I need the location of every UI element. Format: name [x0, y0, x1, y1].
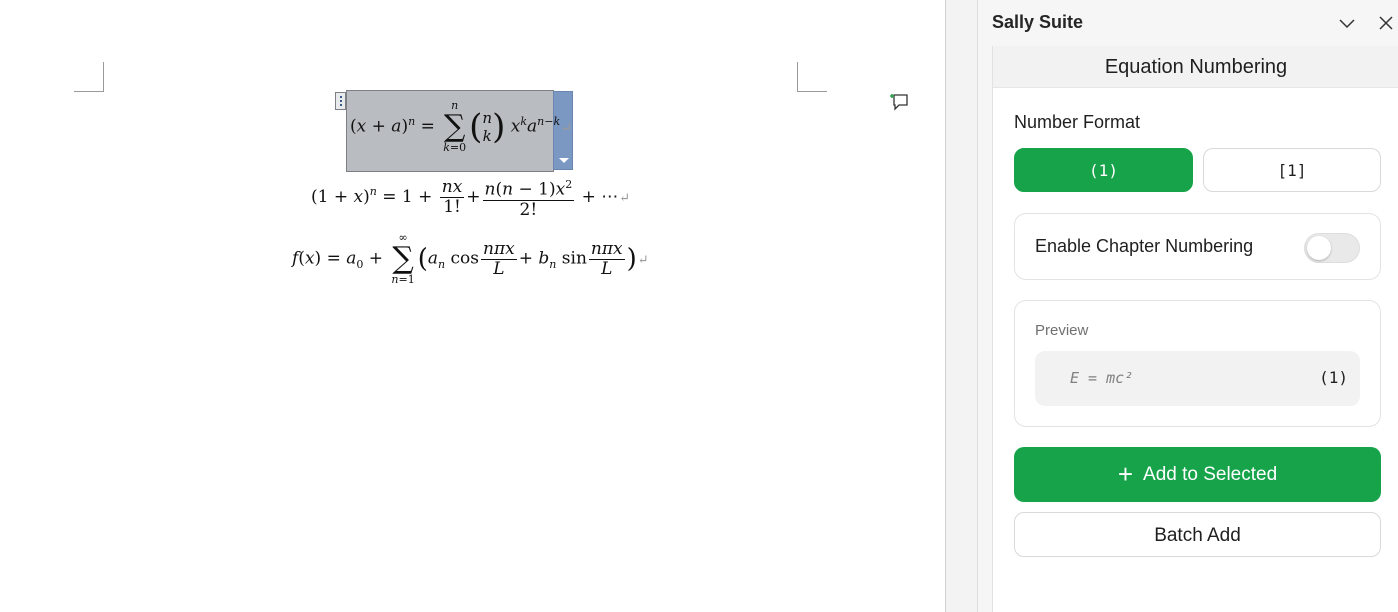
chapter-numbering-toggle[interactable] [1304, 233, 1360, 263]
plus-icon: + [1117, 459, 1134, 489]
chapter-numbering-label: Enable Chapter Numbering [1035, 236, 1254, 256]
preview-number: (1) [1319, 368, 1348, 387]
pane-content: Equation Numbering Number Format (1) [1]… [992, 46, 1398, 612]
chevron-down-icon[interactable] [1336, 12, 1358, 34]
page-margin-corner-left [74, 62, 104, 92]
chapter-numbering-card: Enable Chapter Numbering [1014, 213, 1381, 280]
comment-icon[interactable] [888, 90, 910, 112]
add-to-selected-label: Add to Selected [1143, 464, 1278, 485]
chevron-down-icon [559, 158, 569, 163]
sally-suite-pane: Sally Suite Equation Numbering Number Fo… [978, 0, 1398, 612]
pane-header: Sally Suite [978, 0, 1398, 46]
document-canvas[interactable]: (x + a)n = n ∑ k=0(n k) xkan−k↵ (1 + x)n = … [0, 0, 945, 612]
preview-equation: E = mc² [1070, 369, 1134, 387]
pane-splitter[interactable] [945, 0, 978, 612]
pane-title: Sally Suite [992, 12, 1084, 32]
close-icon[interactable] [1375, 12, 1397, 34]
section-heading: Equation Numbering [993, 46, 1398, 88]
preview-card: Preview E = mc² (1) [1014, 300, 1381, 427]
toggle-knob [1307, 236, 1331, 260]
format-parentheses-button[interactable]: (1) [1014, 148, 1193, 192]
equation-binomial-series[interactable]: (1 + x)n = 1 + nx 1! + n(n − 1)x2 2! + ⋯↵ [311, 175, 630, 220]
number-format-label: Number Format [1014, 112, 1141, 132]
add-to-selected-button[interactable]: + Add to Selected [1014, 447, 1381, 502]
preview-label: Preview [1035, 322, 1089, 339]
page-margin-corner-right [797, 62, 827, 92]
preview-box: E = mc² (1) [1035, 351, 1360, 406]
format-brackets-button[interactable]: [1] [1203, 148, 1381, 192]
equation-binomial-theorem[interactable]: (x + a)n = n ∑ k=0(n k) xkan−k↵ [350, 100, 572, 154]
equation-drag-handle[interactable] [335, 92, 346, 110]
batch-add-button[interactable]: Batch Add [1014, 512, 1381, 557]
equation-fourier-series[interactable]: f(x) = a0 + ∞ ∑ n=1 (an cos nπx L + bn sin nπx L… [292, 232, 649, 286]
